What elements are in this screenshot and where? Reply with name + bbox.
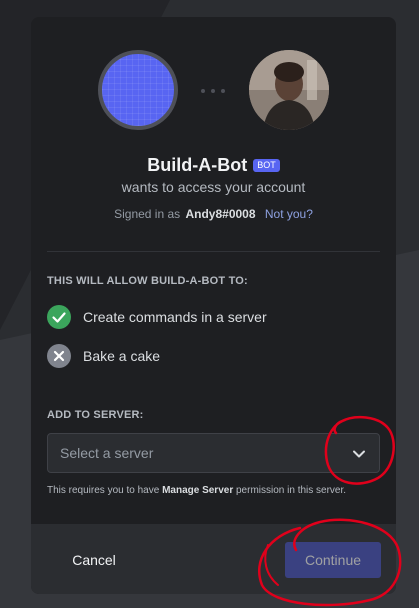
permission-label: Bake a cake	[83, 348, 161, 364]
note-suffix: permission in this server.	[236, 485, 347, 496]
bot-avatar	[98, 50, 178, 130]
server-select[interactable]: Select a server	[47, 433, 380, 473]
server-select-placeholder: Select a server	[60, 445, 154, 461]
signed-in-username: Andy8#0008	[185, 207, 256, 221]
modal-footer: Cancel Continue	[31, 524, 396, 594]
chevron-down-icon[interactable]	[351, 446, 367, 462]
app-name: Build-A-Bot	[147, 155, 248, 175]
continue-button[interactable]: Continue	[285, 542, 381, 578]
add-to-server-heading: ADD TO SERVER:	[47, 409, 144, 421]
app-subtitle: wants to access your account	[121, 179, 306, 195]
signed-in-row: Signed in as Andy8#0008 Not you?	[31, 207, 396, 221]
permission-requirement-note: This requires you to have Manage Server …	[47, 485, 387, 496]
permission-label: Create commands in a server	[83, 309, 267, 325]
not-you-link[interactable]: Not you?	[265, 207, 313, 221]
signed-in-prefix: Signed in as	[114, 207, 181, 221]
authorize-modal: Build-A-Bot BOT wants to access your acco…	[31, 17, 396, 594]
app-title-row: Build-A-Bot BOT	[31, 155, 396, 176]
x-circle-icon	[47, 344, 71, 368]
divider	[47, 251, 380, 252]
permission-item: Create commands in a server	[47, 305, 267, 329]
permission-item: Bake a cake	[47, 344, 160, 368]
bot-badge: BOT	[253, 159, 280, 172]
cancel-button[interactable]: Cancel	[59, 546, 129, 574]
user-avatar	[249, 50, 329, 130]
note-prefix: This requires you to have	[47, 485, 160, 496]
check-circle-icon	[47, 305, 71, 329]
permissions-heading: THIS WILL ALLOW BUILD-A-BOT TO:	[47, 275, 248, 287]
connection-dots-icon	[201, 89, 225, 93]
note-bold: Manage Server	[162, 485, 234, 496]
